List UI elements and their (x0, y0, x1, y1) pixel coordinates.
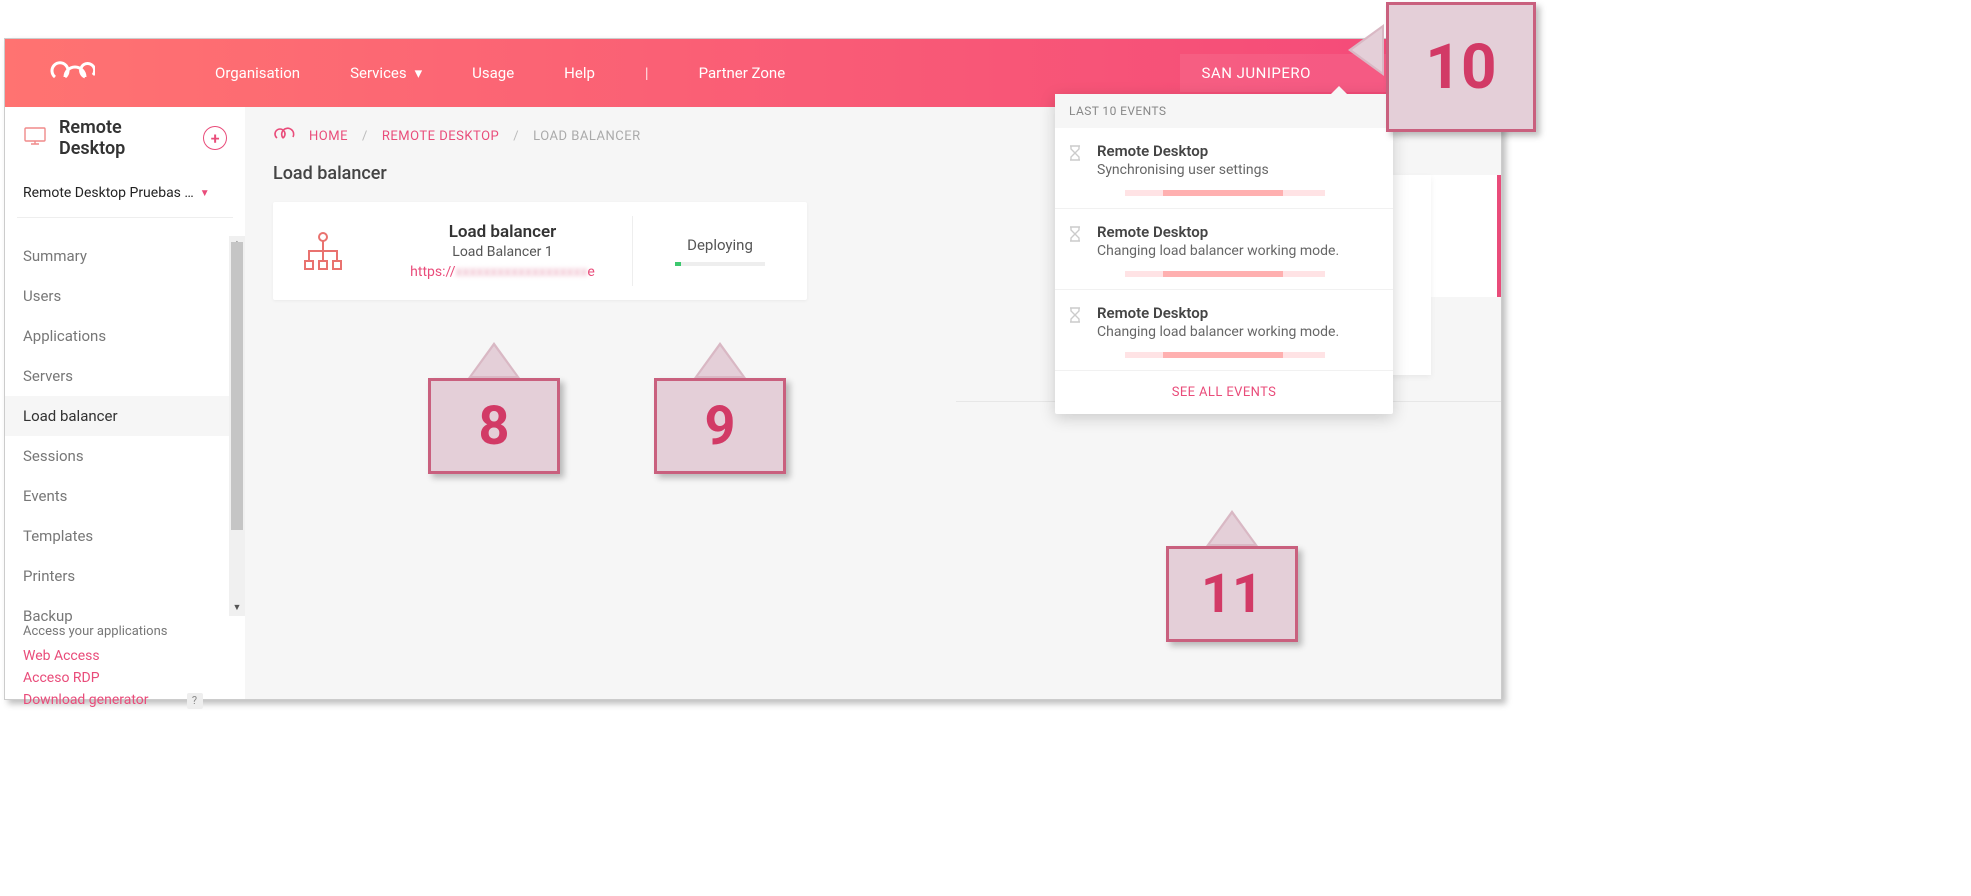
sidebar-item-users[interactable]: Users (5, 276, 245, 316)
annotation-11: 11 (1166, 510, 1298, 642)
event-item[interactable]: Remote Desktop Synchronising user setting… (1055, 128, 1393, 209)
help-icon[interactable]: ? (187, 693, 203, 709)
nav-services-label: Services (350, 64, 407, 82)
event-title: Remote Desktop (1097, 304, 1339, 322)
sidebar-menu: SummaryUsersApplicationsServersLoad bala… (5, 236, 245, 636)
chevron-down-icon: ▾ (415, 64, 423, 82)
annotation-9-label: 9 (654, 378, 786, 474)
see-all-events-link[interactable]: SEE ALL EVENTS (1055, 371, 1393, 414)
logo-icon (45, 57, 95, 89)
organisation-selected: SAN JUNIPERO (1202, 64, 1311, 82)
sidebar-item-servers[interactable]: Servers (5, 356, 245, 396)
add-button[interactable]: + (203, 126, 227, 150)
sidebar-item-sessions[interactable]: Sessions (5, 436, 245, 476)
event-progress (1125, 190, 1325, 196)
crumb-section[interactable]: REMOTE DESKTOP (382, 129, 499, 144)
divider (17, 217, 233, 218)
sidebar-item-templates[interactable]: Templates (5, 516, 245, 556)
crumb-separator: / (362, 129, 368, 144)
crumb-current: LOAD BALANCER (533, 129, 640, 144)
event-progress (1125, 271, 1325, 277)
sidebar-title-text: Remote Desktop (59, 117, 191, 159)
accent-bar (1497, 175, 1501, 297)
nav-partner-zone[interactable]: Partner Zone (699, 64, 786, 82)
card-url-prefix: https:// (410, 264, 455, 280)
load-balancer-card[interactable]: Load balancer Load Balancer 1 https://xx… (273, 202, 807, 300)
nav-usage[interactable]: Usage (472, 64, 514, 82)
access-link-web[interactable]: Web Access (23, 645, 227, 667)
access-link-download-label: Download generator (23, 692, 149, 708)
sidebar-item-load-balancer[interactable]: Load balancer (5, 396, 245, 436)
events-popover: LAST 10 EVENTS Remote Desktop Synchronisi… (1055, 94, 1393, 414)
card-title: Load balancer (373, 222, 632, 242)
annotation-8-label: 8 (428, 378, 560, 474)
sidebar-subtitle-text: Remote Desktop Pruebas … (23, 185, 194, 201)
event-progress (1125, 352, 1325, 358)
progress-bar (675, 262, 765, 266)
event-title: Remote Desktop (1097, 142, 1325, 160)
event-desc: Changing load balancer working mode. (1097, 324, 1339, 340)
sidebar-section-title: Remote Desktop + (5, 107, 245, 167)
crumb-home[interactable]: HOME (309, 129, 348, 144)
scroll-thumb[interactable] (231, 242, 243, 530)
scrollbar[interactable]: ▲ ▼ (229, 236, 245, 616)
popover-arrow (1331, 86, 1347, 94)
home-icon[interactable] (273, 127, 295, 145)
card-status: Deploying (633, 236, 807, 254)
chevron-down-icon: ▼ (200, 188, 210, 199)
annotation-10-label: 10 (1386, 2, 1536, 132)
nav-services[interactable]: Services ▾ (350, 64, 422, 82)
hourglass-icon (1067, 144, 1083, 196)
nav-separator: | (645, 64, 649, 82)
sidebar-item-summary[interactable]: Summary (5, 236, 245, 276)
annotation-10: 10 (1386, 2, 1536, 132)
hourglass-icon (1067, 225, 1083, 277)
nav-organisation[interactable]: Organisation (215, 64, 300, 82)
event-desc: Changing load balancer working mode. (1097, 243, 1339, 259)
top-nav: Organisation Services ▾ Usage Help | Part… (215, 64, 785, 82)
hourglass-icon (1067, 306, 1083, 358)
crumb-separator: / (513, 129, 519, 144)
event-item[interactable]: Remote Desktop Changing load balancer wor… (1055, 290, 1393, 371)
card-subtitle: Load Balancer 1 (373, 244, 632, 260)
nav-help[interactable]: Help (564, 64, 595, 82)
access-link-download[interactable]: Download generator? (23, 689, 227, 712)
sidebar-item-applications[interactable]: Applications (5, 316, 245, 356)
sidebar-item-printers[interactable]: Printers (5, 556, 245, 596)
sidebar-item-events[interactable]: Events (5, 476, 245, 516)
events-heading: LAST 10 EVENTS (1055, 94, 1393, 128)
card-icon (273, 229, 373, 273)
event-title: Remote Desktop (1097, 223, 1339, 241)
scroll-down-arrow[interactable]: ▼ (229, 600, 245, 616)
card-url[interactable]: https://xxxxxxxxxxxxxxxxxxxe (373, 264, 632, 280)
card-url-masked: xxxxxxxxxxxxxxxxxxx (456, 264, 588, 280)
annotation-8: 8 (428, 342, 560, 474)
event-desc: Synchronising user settings (1097, 162, 1325, 178)
remote-desktop-icon (23, 126, 47, 151)
card-url-suffix: e (587, 264, 594, 280)
access-link-rdp[interactable]: Acceso RDP (23, 667, 227, 689)
sidebar-item-backup[interactable]: Backup (5, 596, 245, 636)
sidebar: Remote Desktop + Remote Desktop Pruebas … (5, 107, 245, 699)
annotation-9: 9 (654, 342, 786, 474)
sidebar-subtitle[interactable]: Remote Desktop Pruebas … ▼ (5, 167, 245, 211)
event-item[interactable]: Remote Desktop Changing load balancer wor… (1055, 209, 1393, 290)
annotation-11-label: 11 (1166, 546, 1298, 642)
